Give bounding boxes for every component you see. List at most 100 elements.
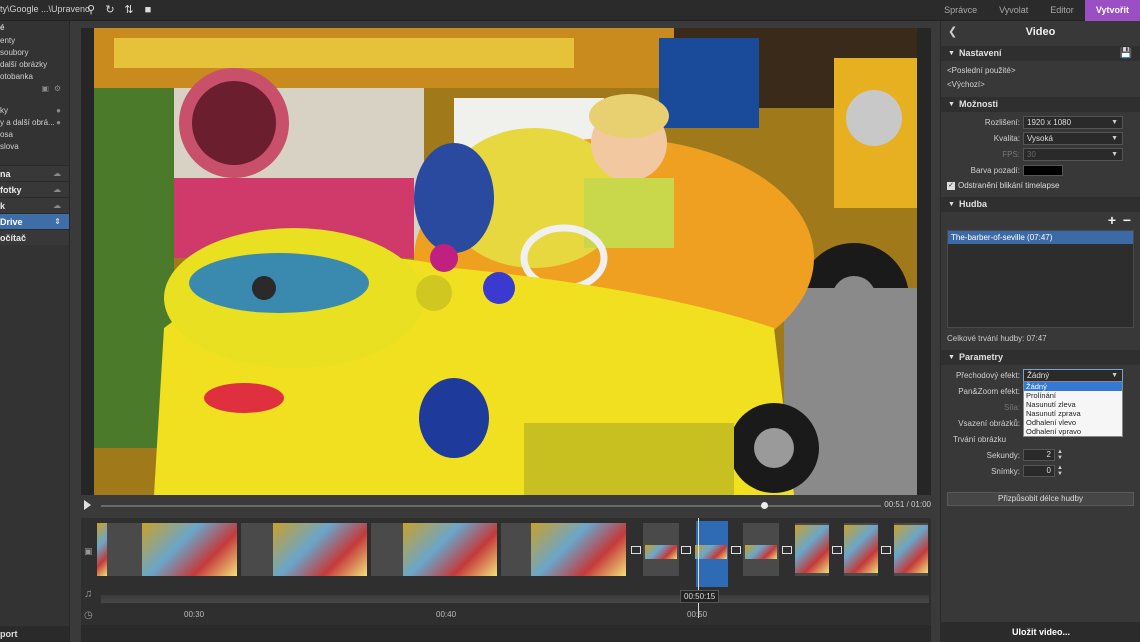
section-label: Nastavení <box>959 48 1002 58</box>
bg-color-swatch[interactable] <box>1023 165 1063 176</box>
seek-handle[interactable] <box>761 502 768 509</box>
sidebar-section-drive[interactable]: Drive ⇕ <box>0 213 69 229</box>
cloud-icon: ☁ <box>53 201 61 210</box>
panel-title: ❮ Video <box>941 21 1140 43</box>
resolution-select[interactable]: 1920 x 1080 ▼ <box>1023 116 1123 129</box>
section-hudba[interactable]: ▼ Hudba <box>941 197 1140 212</box>
back-arrow-icon[interactable]: ❮ <box>948 21 957 43</box>
transition-icon[interactable] <box>881 546 891 554</box>
sidebar-item-7[interactable]: osa <box>0 129 69 141</box>
transition-icon[interactable] <box>782 546 792 554</box>
transition-icon[interactable] <box>681 546 691 554</box>
sidebar-section-1[interactable]: fotky ☁ <box>0 181 69 197</box>
preset-default[interactable]: <Výchozí> <box>941 78 1140 92</box>
stepper-arrows-icon[interactable]: ▲ ▼ <box>1057 449 1063 461</box>
dropdown-option[interactable]: Odhalení vpravo <box>1024 427 1122 436</box>
sidebar-section-4[interactable]: očítač <box>0 229 69 245</box>
sidebar-item-6[interactable]: y a další obrá... ● <box>0 117 69 129</box>
sidebar-item-1[interactable]: enty <box>0 35 69 47</box>
collapse-icon: ▼ <box>948 101 955 108</box>
collapse-icon: ▼ <box>948 354 955 361</box>
sidebar-section-0[interactable]: na ☁ <box>0 165 69 181</box>
sidebar-tools-row: ▣ ⚙ <box>0 83 69 99</box>
left-sidebar: é enty soubory další obrázky otobanka ▣ … <box>0 21 70 642</box>
dropdown-option[interactable]: Nasunutí zleva <box>1024 400 1122 409</box>
sidebar-item-0[interactable]: é <box>0 21 69 35</box>
remove-music-button[interactable]: − <box>1123 212 1131 228</box>
fit-to-music-button[interactable]: Přizpůsobit délce hudby <box>947 492 1134 506</box>
save-video-button[interactable]: Uložit video... <box>941 622 1140 642</box>
sort-icon[interactable]: ⇅ <box>122 2 136 18</box>
timeline-clip[interactable] <box>643 523 679 576</box>
section-nastaveni[interactable]: ▼ Nastavení 💾 <box>941 46 1140 61</box>
timeline-clip[interactable] <box>97 523 237 576</box>
dropdown-option[interactable]: Prolínání <box>1024 391 1122 400</box>
checkbox-checked[interactable]: ✓ <box>947 182 955 190</box>
timeline-clip[interactable] <box>795 523 829 576</box>
preset-last-used[interactable]: <Poslední použité> <box>941 64 1140 78</box>
timeline-clip[interactable] <box>894 523 928 576</box>
ruler-tick: 00:40 <box>436 610 457 619</box>
flicker-checkbox-row[interactable]: ✓ Odstranění blikání timelapse <box>941 179 1140 193</box>
import-button[interactable]: port <box>0 626 69 642</box>
timeline-clip[interactable] <box>743 523 779 576</box>
sekundy-stepper[interactable]: 2 <box>1023 449 1055 461</box>
sidebar-item-2[interactable]: soubory <box>0 47 69 59</box>
sidebar-item-4[interactable]: otobanka <box>0 71 69 83</box>
sidebar-item-5[interactable]: ky ● <box>0 105 69 117</box>
tab-vyvolat[interactable]: Vyvolat <box>988 0 1039 21</box>
timeline-scrollbar[interactable] <box>81 625 931 642</box>
cloud-icon: ☁ <box>53 185 61 194</box>
list-item[interactable]: The-barber-of-seville (07:47) <box>948 231 1133 244</box>
sekundy-label: Sekundy: <box>986 451 1020 460</box>
tab-editor[interactable]: Editor <box>1039 0 1085 21</box>
preview-image <box>94 28 917 495</box>
tab-spravce[interactable]: Správce <box>933 0 988 21</box>
section-parametry[interactable]: ▼ Parametry <box>941 350 1140 365</box>
row-bg-color: Barva pozadí: <box>941 163 1140 179</box>
row-sekundy: Sekundy: 2 ▲ ▼ <box>941 448 1140 464</box>
play-icon[interactable] <box>84 500 91 510</box>
panel-title-text: Video <box>1025 26 1056 38</box>
section-label: Možnosti <box>959 99 998 109</box>
sidebar-section-2[interactable]: k ☁ <box>0 197 69 213</box>
audio-waveform[interactable] <box>101 595 929 603</box>
timeline-clip[interactable] <box>844 523 878 576</box>
sila-label: Síla: <box>1003 403 1020 412</box>
row-snimky: Snímky: 0 ▲ ▼ <box>941 464 1140 480</box>
folder-icon[interactable]: ■ <box>141 2 155 18</box>
snimky-stepper[interactable]: 0 <box>1023 465 1055 477</box>
cloud-icon: ● <box>56 106 61 115</box>
snimky-label: Snímky: <box>991 467 1020 476</box>
timeline-clip[interactable] <box>371 523 497 576</box>
transition-icon[interactable] <box>832 546 842 554</box>
timeline-clip[interactable] <box>241 523 367 576</box>
collapse-icon: ▼ <box>948 201 955 208</box>
music-list[interactable]: The-barber-of-seville (07:47) <box>947 230 1134 328</box>
transition-label: Přechodový efekt: <box>955 371 1020 380</box>
gear-icon[interactable]: ⚙ <box>54 83 61 95</box>
clock-icon: ◷ <box>84 610 93 621</box>
dropdown-option[interactable]: Nasunutí zprava <box>1024 409 1122 418</box>
sidebar-item-8[interactable]: slova <box>0 141 69 153</box>
add-folder-icon[interactable]: ▣ <box>41 83 49 95</box>
dropdown-option[interactable]: Odhalení vlevo <box>1024 418 1122 427</box>
add-music-button[interactable]: + <box>1108 212 1116 228</box>
search-icon[interactable]: ⚲ <box>84 2 98 18</box>
tab-vytvorit[interactable]: Vytvořit <box>1084 0 1140 21</box>
section-moznosti[interactable]: ▼ Možnosti <box>941 97 1140 112</box>
time-ruler[interactable]: 00:30 00:40 00:50 <box>101 610 929 622</box>
transition-icon[interactable] <box>631 546 641 554</box>
chevron-down-icon: ▼ <box>1111 135 1118 142</box>
expand-icon[interactable]: ⇕ <box>54 214 61 230</box>
save-preset-icon[interactable]: 💾 <box>1120 46 1132 61</box>
quality-select[interactable]: Vysoká ▼ <box>1023 132 1123 145</box>
refresh-icon[interactable]: ↻ <box>103 2 117 18</box>
timeline-clip[interactable] <box>501 523 626 576</box>
transition-icon[interactable] <box>731 546 741 554</box>
dropdown-option[interactable]: Žádný <box>1024 382 1122 391</box>
breadcrumb[interactable]: ty\Google ...\Upraveno <box>0 4 90 14</box>
stepper-arrows-icon[interactable]: ▲ ▼ <box>1057 465 1063 477</box>
mode-tabs: Správce Vyvolat Editor Vytvořit <box>933 0 1140 21</box>
sidebar-item-3[interactable]: další obrázky <box>0 59 69 71</box>
